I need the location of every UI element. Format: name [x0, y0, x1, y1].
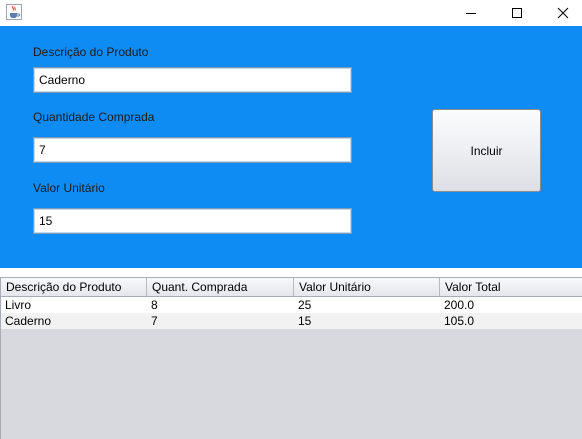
quantity-input[interactable]	[33, 137, 352, 163]
column-header-quantity[interactable]: Quant. Comprada	[147, 278, 294, 296]
column-header-total-value[interactable]: Valor Total	[440, 278, 582, 296]
close-icon	[557, 4, 569, 23]
table-row[interactable]: Caderno 7 15 105.0	[1, 313, 582, 329]
table-body: Livro 8 25 200.0 Caderno 7 15 105.0	[1, 297, 582, 329]
table-row[interactable]: Livro 8 25 200.0	[1, 297, 582, 313]
app-window: Descrição do Produto Quantidade Comprada…	[0, 0, 582, 439]
description-input[interactable]	[33, 67, 352, 93]
quantity-label: Quantidade Comprada	[33, 110, 155, 124]
table-top-spacer	[0, 268, 582, 277]
unit-value-input[interactable]	[33, 208, 352, 234]
maximize-button[interactable]	[494, 0, 540, 26]
products-table-scrollpane[interactable]: Descrição do Produto Quant. Comprada Val…	[0, 268, 582, 439]
table-header: Descrição do Produto Quant. Comprada Val…	[1, 277, 582, 297]
cell-quantity[interactable]: 8	[147, 297, 294, 313]
cell-unit-value[interactable]: 25	[294, 297, 440, 313]
title-bar[interactable]	[0, 0, 582, 26]
unit-value-label: Valor Unitário	[33, 181, 105, 195]
minimize-button[interactable]	[448, 0, 494, 26]
maximize-icon	[511, 4, 523, 23]
cell-description[interactable]: Caderno	[1, 313, 147, 329]
java-cup-icon	[6, 4, 22, 20]
description-label: Descrição do Produto	[33, 45, 149, 59]
product-form-panel: Descrição do Produto Quantidade Comprada…	[0, 26, 582, 268]
minimize-icon	[465, 4, 477, 23]
cell-unit-value[interactable]: 15	[294, 313, 440, 329]
cell-total-value[interactable]: 105.0	[440, 313, 582, 329]
column-header-description[interactable]: Descrição do Produto	[1, 278, 147, 296]
cell-quantity[interactable]: 7	[147, 313, 294, 329]
cell-total-value[interactable]: 200.0	[440, 297, 582, 313]
cell-description[interactable]: Livro	[1, 297, 147, 313]
close-button[interactable]	[540, 0, 582, 26]
column-header-unit-value[interactable]: Valor Unitário	[294, 278, 440, 296]
include-button[interactable]: Incluir	[432, 109, 541, 192]
